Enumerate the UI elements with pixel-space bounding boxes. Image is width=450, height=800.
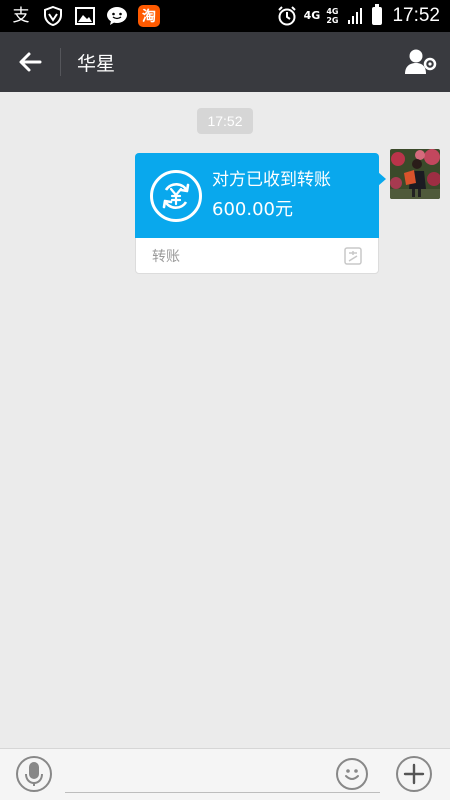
gallery-icon <box>74 5 96 27</box>
system-icons: 4G 4G 2G 17:52 <box>276 4 440 27</box>
network-2g-label: 2G <box>326 16 339 25</box>
network-type-2: 4G 2G <box>326 7 338 25</box>
transfer-amount: 600.00元 <box>212 198 293 220</box>
transfer-label: 转账 <box>152 249 180 265</box>
input-bar <box>0 748 450 800</box>
network-4g-label: 4G <box>326 7 339 16</box>
more-options-button[interactable] <box>396 756 432 792</box>
network-type-1: 4G <box>303 9 321 22</box>
avatar[interactable] <box>390 149 440 199</box>
taobao-icon: 淘 <box>138 5 160 27</box>
chat-area[interactable]: 17:52 对方已收到转账 600.00元 转账 <box>0 92 450 748</box>
alipay-icon: 支 <box>12 5 30 26</box>
notification-icons: 支 淘 <box>10 5 160 27</box>
chat-header: 华星 <box>0 32 450 92</box>
header-divider <box>60 48 61 76</box>
message-input[interactable] <box>65 757 380 793</box>
user-settings-icon <box>405 49 437 74</box>
transfer-card-footer: 转账 <box>136 238 378 274</box>
smiley-icon <box>345 769 359 780</box>
arrow-left-icon <box>19 52 42 72</box>
microphone-icon <box>25 762 43 786</box>
chat-title: 华星 <box>77 52 116 75</box>
chat-info-button[interactable] <box>392 32 450 92</box>
transfer-message[interactable]: 对方已收到转账 600.00元 转账 <box>135 153 386 274</box>
plus-icon <box>403 763 425 785</box>
battery-icon <box>372 4 383 25</box>
wallet-logo-icon <box>344 247 362 265</box>
back-button[interactable] <box>0 32 60 92</box>
transfer-status: 对方已收到转账 <box>212 169 331 190</box>
shield-icon <box>42 5 64 27</box>
alarm-icon <box>276 5 298 27</box>
transfer-card-header: 对方已收到转账 600.00元 <box>135 153 386 238</box>
message-timestamp: 17:52 <box>197 108 253 134</box>
status-time: 17:52 <box>392 5 440 26</box>
emoji-button[interactable] <box>336 758 368 790</box>
transfer-received-icon <box>150 169 202 222</box>
transfer-texts: 对方已收到转账 600.00元 <box>212 168 331 224</box>
signal-icon <box>344 5 366 27</box>
voice-input-button[interactable] <box>16 756 52 792</box>
status-bar: 支 淘 4G 4G 2G 17:52 <box>0 0 450 32</box>
chat-icon <box>106 5 128 27</box>
